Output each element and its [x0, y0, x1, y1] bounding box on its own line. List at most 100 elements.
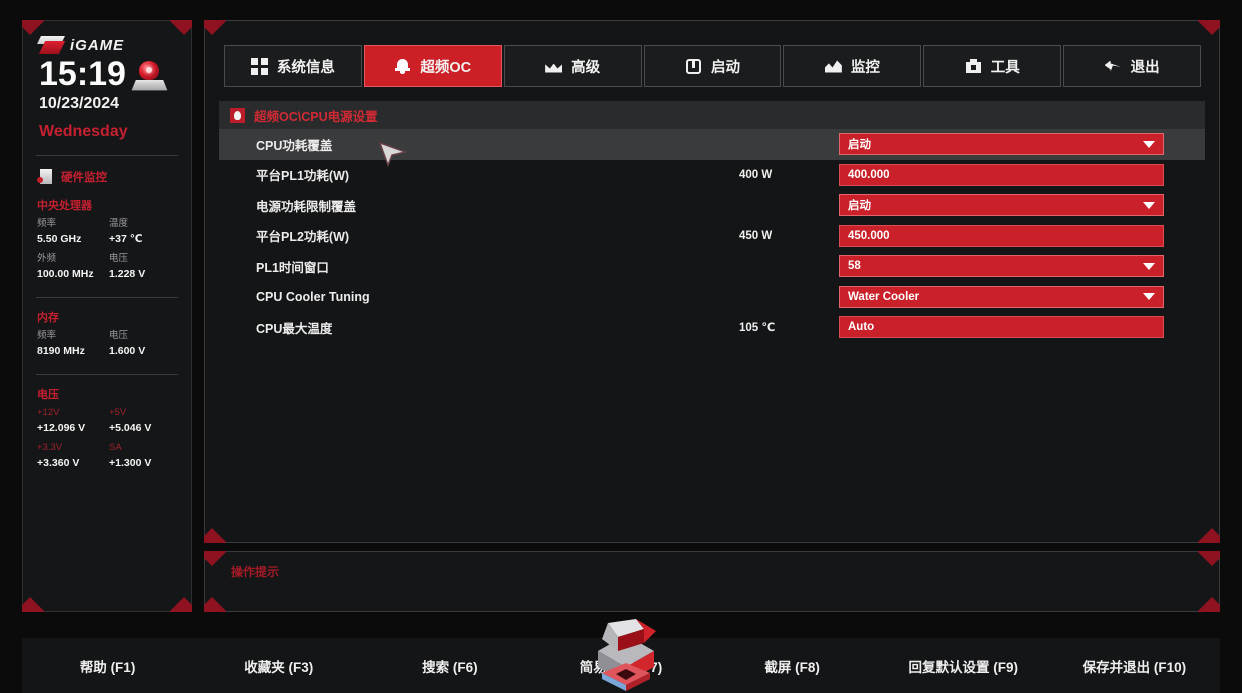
- tab-overclock-oc[interactable]: 超频OC: [363, 45, 502, 87]
- setting-label: PL1时间窗口: [256, 260, 329, 275]
- metric-value: +5.046 V: [109, 421, 152, 434]
- tab-label: 启动: [711, 59, 740, 76]
- voltage-metrics-row-1: +12V +12.096 V +5V +5.046 V: [23, 402, 191, 437]
- tab-exit[interactable]: 退出: [1063, 45, 1202, 87]
- setting-aux: 450 W: [739, 229, 773, 242]
- chevron-down-icon: [1143, 201, 1155, 209]
- setting-row-power-limit-override[interactable]: 电源功耗限制覆盖 启动: [219, 190, 1205, 221]
- setting-row-pl1-watt[interactable]: 平台PL1功耗(W) 400 W 400.000: [219, 160, 1205, 191]
- corner-accent-tl: [204, 20, 226, 42]
- hotkey-favorites[interactable]: 收藏夹 (F3): [193, 656, 364, 676]
- metric-key: 电压: [109, 329, 129, 341]
- back-arrow-icon: [1104, 58, 1122, 75]
- settings-list: CPU功耗覆盖 启动 平台PL1功耗(W) 400 W 400.000 电源功耗…: [219, 129, 1205, 343]
- setting-dropdown-pl1-time-window[interactable]: 58: [839, 255, 1164, 278]
- hotkey-save-exit[interactable]: 保存并退出 (F10): [1049, 656, 1220, 676]
- metric-key: 电压: [109, 252, 129, 264]
- sidebar: iGAME 15:19 10/23/2024 Wednesday 硬件监控 中央…: [22, 20, 192, 612]
- igame-logo-icon: [37, 35, 66, 55]
- metric-12v: +12V +12.096 V: [37, 406, 109, 437]
- metric-value: +37 ℃: [109, 232, 143, 245]
- hint-title: 操作提示: [231, 565, 280, 579]
- metric-key: 频率: [37, 329, 57, 341]
- grid-icon: [250, 57, 268, 75]
- setting-value: 启动: [848, 200, 871, 213]
- corner-accent-tr: [1198, 20, 1220, 42]
- footer-hotkeys: 帮助 (F1) 收藏夹 (F3) 搜索 (F6) 简易模式 (F7) 截屏 (F…: [22, 638, 1220, 693]
- bell-icon: [394, 58, 411, 75]
- tab-tools[interactable]: 工具: [923, 45, 1062, 87]
- metric-key: 温度: [109, 217, 129, 229]
- section-title-voltage: 电压: [37, 388, 59, 401]
- setting-label: CPU最大温度: [256, 321, 333, 336]
- clock-date: 10/23/2024: [39, 95, 120, 112]
- setting-input-pl2-watt[interactable]: 450.000: [839, 224, 1164, 247]
- hint-panel: 操作提示: [204, 551, 1220, 612]
- hotkey-easy-mode[interactable]: 简易模式 (F7): [535, 656, 706, 676]
- chevron-down-icon: [1143, 293, 1155, 301]
- hotkey-load-defaults[interactable]: 回复默认设置 (F9): [878, 656, 1049, 676]
- metric-value: 1.228 V: [109, 267, 146, 280]
- setting-row-pl2-watt[interactable]: 平台PL2功耗(W) 450 W 450.000: [219, 221, 1205, 252]
- clock-time: 15:19: [39, 55, 126, 93]
- cpu-metrics-row-1: 频率 5.50 GHz 温度 +37 ℃: [23, 213, 191, 248]
- setting-row-pl1-time-window[interactable]: PL1时间窗口 58: [219, 251, 1205, 282]
- setting-dropdown-power-limit-override[interactable]: 启动: [839, 194, 1164, 217]
- corner-accent-bl: [204, 521, 226, 543]
- brand-label: iGAME: [70, 36, 125, 54]
- section-title-memory: 内存: [37, 311, 59, 324]
- setting-input-pl1-watt[interactable]: 400.000: [839, 163, 1164, 186]
- metric-key: +12V: [37, 406, 60, 418]
- memory-metrics-row: 频率 8190 MHz 电压 1.600 V: [23, 325, 191, 360]
- tab-label: 系统信息: [276, 59, 335, 76]
- tab-bar: 系统信息 超频OC 高级 启动 监控 工具 退出: [205, 21, 1219, 91]
- setting-dropdown-cpu-cooler-tuning[interactable]: Water Cooler: [839, 285, 1164, 308]
- tab-label: 超频OC: [420, 59, 472, 76]
- tab-label: 监控: [850, 59, 880, 76]
- power-icon: [685, 58, 702, 75]
- tab-monitor[interactable]: 监控: [783, 45, 922, 87]
- setting-label: 平台PL1功耗(W): [256, 169, 350, 184]
- metric-value: +12.096 V: [37, 421, 86, 434]
- toolbox-icon: [965, 58, 982, 75]
- setting-input-cpu-max-temp[interactable]: Auto: [839, 316, 1164, 339]
- setting-value: Auto: [848, 321, 875, 334]
- hotkey-search[interactable]: 搜索 (F6): [364, 656, 535, 676]
- setting-row-cpu-max-temp[interactable]: CPU最大温度 105 ℃ Auto: [219, 312, 1205, 343]
- setting-value: 400.000: [848, 168, 890, 181]
- brand-logo: iGAME: [23, 21, 191, 55]
- setting-value: Water Cooler: [848, 290, 920, 303]
- metric-key: 外频: [37, 252, 57, 264]
- chip-icon: [37, 168, 54, 186]
- setting-value: 启动: [848, 139, 871, 152]
- tab-system-info[interactable]: 系统信息: [224, 45, 362, 87]
- hotkey-help[interactable]: 帮助 (F1): [22, 656, 193, 676]
- tab-label: 工具: [990, 59, 1020, 76]
- corner-accent-tl: [204, 551, 226, 573]
- breadcrumb-label: 超频OC\CPU电源设置: [254, 109, 378, 124]
- main-panel: 系统信息 超频OC 高级 启动 监控 工具 退出 超频OC\CPU电源设置 CP…: [204, 20, 1220, 543]
- clock-block: 15:19: [23, 55, 191, 95]
- setting-label: 电源功耗限制覆盖: [256, 199, 357, 214]
- corner-accent-bl: [22, 590, 44, 612]
- metric-key: 频率: [37, 217, 57, 229]
- chevron-down-icon: [1143, 262, 1155, 270]
- corner-accent-br: [1198, 521, 1220, 543]
- corner-accent-tr: [170, 20, 192, 42]
- metric-value: 100.00 MHz: [37, 267, 94, 280]
- metric-key: +5V: [109, 406, 127, 418]
- bios-screen: iGAME 15:19 10/23/2024 Wednesday 硬件监控 中央…: [0, 0, 1242, 693]
- metric-value: +1.300 V: [109, 457, 152, 470]
- setting-label: CPU功耗覆盖: [256, 138, 333, 153]
- tab-boot[interactable]: 启动: [643, 45, 782, 87]
- hotkey-screenshot[interactable]: 截屏 (F8): [707, 656, 878, 676]
- setting-row-cpu-cooler-tuning[interactable]: CPU Cooler Tuning Water Cooler: [219, 282, 1205, 313]
- metric-cpu-temp: 温度 +37 ℃: [109, 217, 181, 248]
- wave-icon: [824, 58, 842, 75]
- setting-value: 58: [848, 260, 861, 273]
- setting-dropdown-cpu-power-override[interactable]: 启动: [839, 133, 1164, 156]
- tab-advanced[interactable]: 高级: [503, 45, 642, 87]
- mascot-icon: [131, 61, 168, 95]
- corner-accent-tr: [1198, 551, 1220, 573]
- setting-row-cpu-power-override[interactable]: CPU功耗覆盖 启动: [219, 129, 1205, 160]
